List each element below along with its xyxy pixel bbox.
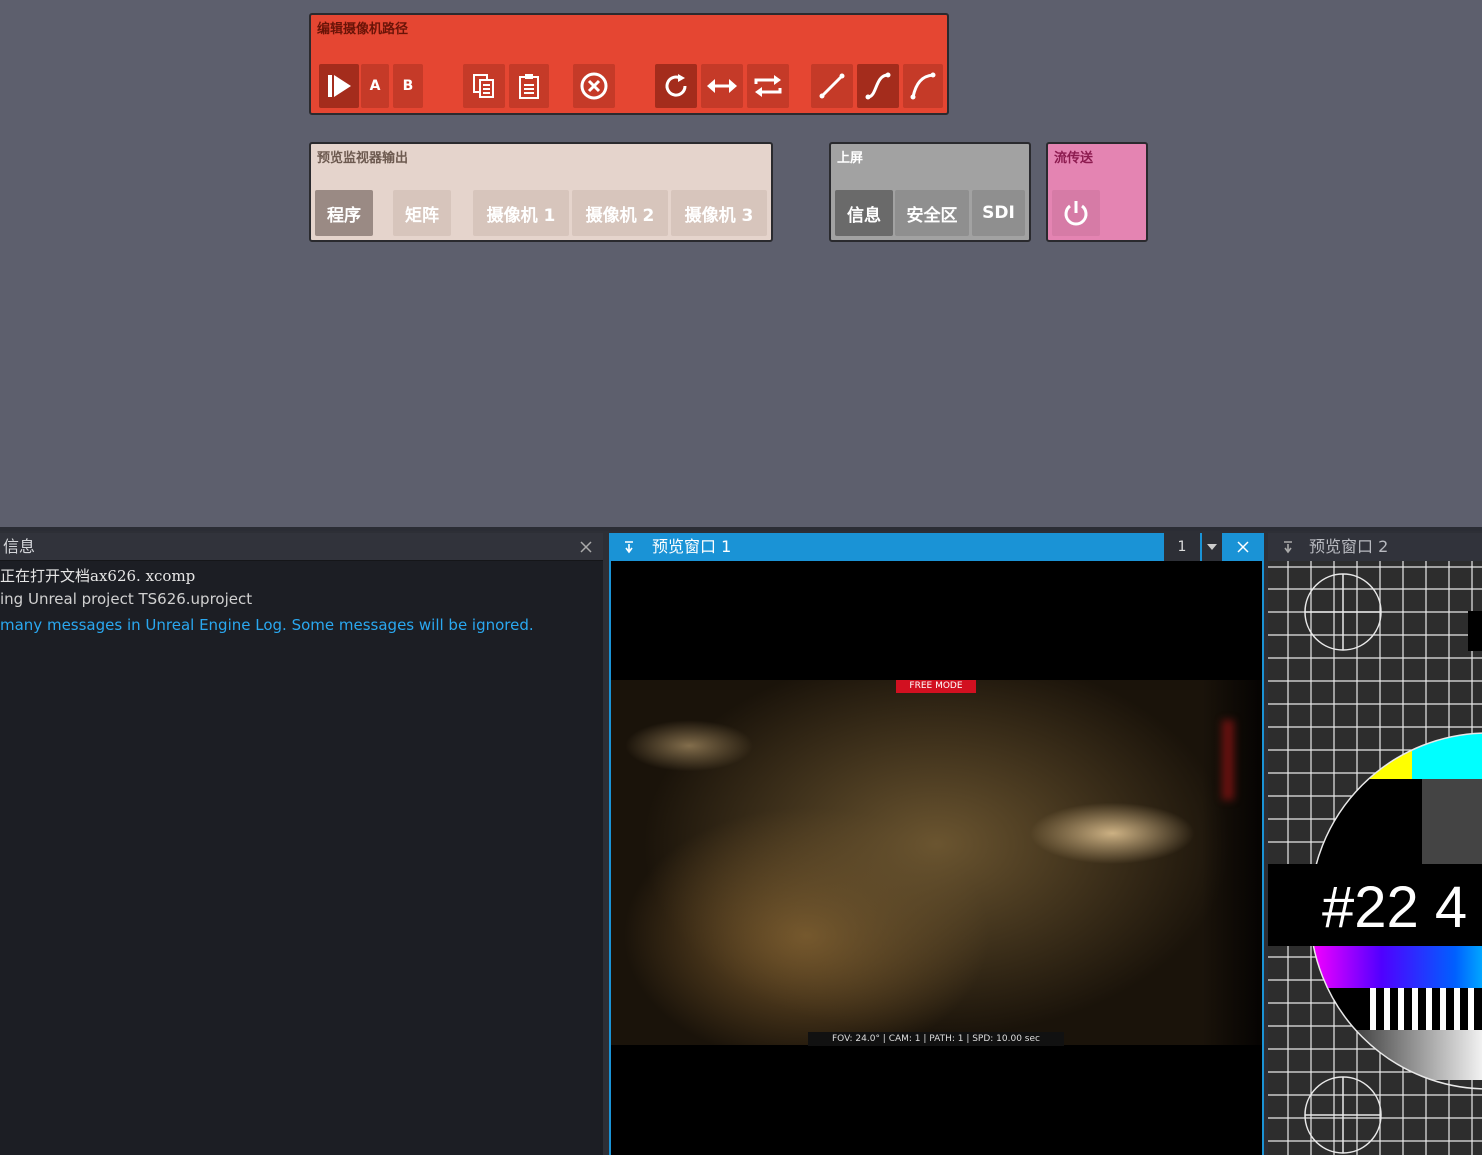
copy-icon [473,74,494,98]
edit-camera-path-panel: 编辑摄像机路径 A B [309,13,949,115]
pin-icon[interactable] [1280,533,1296,561]
loop-button[interactable] [655,64,697,108]
panel-title: 上屏 [837,151,864,166]
preview-window-2-tab[interactable]: 预览窗口 2 [1268,533,1482,561]
smooth-path-button[interactable] [857,64,899,108]
close-icon[interactable] [574,533,598,561]
stream-power-button[interactable] [1052,190,1100,236]
test-card-image: #22 4 [1268,561,1482,1155]
info-pane-title: 信息 [3,537,36,556]
arc-path-button[interactable] [903,64,943,108]
bounce-button[interactable] [701,64,743,108]
arc-icon [910,72,936,100]
clipboard-icon [519,74,539,99]
log-line: ing Unreal project TS626.uproject [0,590,253,608]
repeat-icon [754,75,782,97]
refresh-icon [665,74,687,97]
log-line: 正在打开文档ax626. xcomp [0,567,196,585]
double-arrow-icon [707,79,737,93]
camera-1-button[interactable]: 摄像机 1 [473,190,569,236]
matrix-button[interactable]: 矩阵 [393,190,451,236]
info-button[interactable]: 信息 [835,190,893,236]
repeat-button[interactable] [747,64,789,108]
streaming-panel: 流传送 [1046,142,1148,242]
on-screen-panel: 上屏 信息 安全区 SDI [829,142,1031,242]
viewport-number-select[interactable]: 1 [1164,533,1200,561]
sdi-button[interactable]: SDI [972,190,1025,236]
paste-button[interactable] [509,64,549,108]
camera-status-readout: FOV: 24.0° | CAM: 1 | PATH: 1 | SPD: 10.… [808,1032,1064,1046]
play-icon [328,75,351,97]
camera-render-image [611,680,1262,1045]
preview-window-1-tab[interactable]: 预览窗口 1 1 [611,533,1264,561]
info-pane-header: 信息 [0,533,603,561]
camera-2-button[interactable]: 摄像机 2 [572,190,668,236]
test-card-label: #22 4 [1322,875,1467,940]
point-a-button[interactable]: A [361,64,389,108]
lower-dock-area: 信息 正在打开文档ax626. xcomp ing Unreal project… [0,531,1482,1155]
safe-area-button[interactable]: 安全区 [895,190,969,236]
point-b-button[interactable]: B [393,64,423,108]
free-mode-badge: FREE MODE [896,680,976,693]
panel-title: 预览监视器输出 [317,151,409,166]
delete-button[interactable] [573,64,615,108]
pin-icon[interactable] [621,533,637,561]
panel-title: 流传送 [1054,151,1094,166]
camera-3-button[interactable]: 摄像机 3 [671,190,767,236]
preview-window-2-viewport[interactable]: #22 4 [1268,561,1482,1155]
copy-button[interactable] [463,64,505,108]
panel-title: 编辑摄像机路径 [317,22,409,37]
close-circle-icon [580,72,608,100]
power-icon [1064,201,1088,226]
close-icon[interactable] [1227,533,1259,561]
s-curve-icon [865,72,891,100]
chevron-down-icon[interactable] [1202,533,1222,561]
preview-window-1-title: 预览窗口 1 [652,537,732,556]
linear-path-button[interactable] [811,64,853,108]
preview-window-2-title: 预览窗口 2 [1309,537,1389,556]
program-button[interactable]: 程序 [315,190,373,236]
line-icon [819,73,845,99]
play-button[interactable] [319,64,359,108]
info-log: 正在打开文档ax626. xcomp ing Unreal project TS… [0,561,603,1155]
preview-window-1-viewport[interactable]: FREE MODE FOV: 24.0° | CAM: 1 | PATH: 1 … [611,561,1262,1155]
log-line: many messages in Unreal Engine Log. Some… [0,616,534,634]
preview-monitor-output-panel: 预览监视器输出 程序 矩阵 摄像机 1 摄像机 2 摄像机 3 [309,142,773,242]
